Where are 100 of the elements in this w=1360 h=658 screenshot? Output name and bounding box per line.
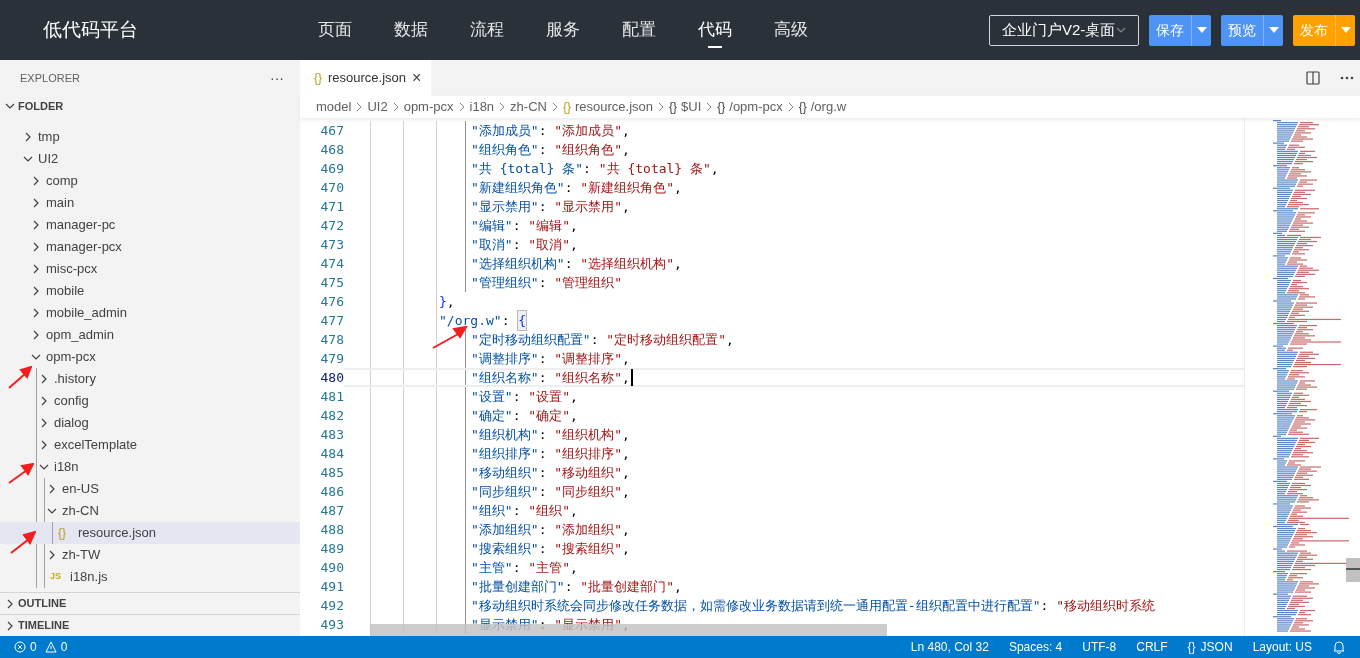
tree-item[interactable]: mobile_admin xyxy=(0,302,300,324)
tree-item[interactable]: UI2 xyxy=(0,148,300,170)
colon: : xyxy=(512,406,522,425)
line-number: 478 xyxy=(319,330,344,349)
breadcrumb-item[interactable]: i18n xyxy=(469,97,495,117)
status-item[interactable]: Spaces: 4 xyxy=(1008,638,1063,656)
tree-item[interactable]: zh-CN xyxy=(0,500,300,522)
json-key: "共 {total} 条" xyxy=(471,158,584,179)
tree-item[interactable]: zh-TW xyxy=(0,544,300,566)
status-item[interactable]: JSON xyxy=(1200,638,1233,656)
nav-tab[interactable]: 数据 xyxy=(373,0,449,60)
line-number: 474 xyxy=(319,254,344,273)
tree-item[interactable]: JS i18n.js xyxy=(0,566,300,588)
js-file-icon: JS xyxy=(50,570,66,584)
json-key: "确定" xyxy=(471,405,513,426)
breadcrumb-item[interactable]: zh-CN xyxy=(510,97,547,117)
tree-item[interactable]: manager-pcx xyxy=(0,236,300,258)
colon: : xyxy=(583,159,592,178)
line-number: 473 xyxy=(319,235,344,254)
annotation-arrow xyxy=(8,366,32,390)
colon: : xyxy=(512,235,522,254)
braces-icon: {} xyxy=(669,98,677,116)
nav-tab[interactable]: 流程 xyxy=(449,0,525,60)
tree-item[interactable]: main xyxy=(0,192,300,214)
json-key: "添加成员" xyxy=(471,120,539,141)
tree-item[interactable]: excelTemplate xyxy=(0,434,300,456)
more-icon[interactable] xyxy=(1340,76,1354,80)
tree-item[interactable]: config xyxy=(0,390,300,412)
comma: , xyxy=(621,368,630,387)
status-item[interactable]: CRLF xyxy=(1136,638,1168,656)
comma: , xyxy=(673,178,682,197)
breadcrumb-item[interactable]: UI2 xyxy=(367,97,388,117)
breadcrumb-item[interactable]: /org.w xyxy=(810,97,847,117)
dropdown-button[interactable] xyxy=(1335,14,1355,46)
text-cursor xyxy=(630,369,633,386)
nav-tab[interactable]: 配置 xyxy=(601,0,677,60)
error-count[interactable]: 0 xyxy=(30,638,37,656)
status-item[interactable]: UTF-8 xyxy=(1082,638,1117,656)
folder-section-header[interactable]: FOLDER xyxy=(0,96,300,116)
tree-item[interactable]: opm_admin xyxy=(0,324,300,346)
dropdown-button[interactable] xyxy=(1191,14,1211,46)
tree-item[interactable]: dialog xyxy=(0,412,300,434)
comma: , xyxy=(621,520,630,539)
tree-item[interactable]: i18n xyxy=(0,456,300,478)
breadcrumb-item[interactable]: opm-pcx xyxy=(403,97,454,117)
tree-item[interactable]: mobile xyxy=(0,280,300,302)
comma: , xyxy=(569,235,578,254)
comma: , xyxy=(569,216,578,235)
json-string: "调整排序" xyxy=(554,349,622,368)
breadcrumb-item[interactable]: /opm-pcx xyxy=(729,97,783,117)
json-string: "取消" xyxy=(528,235,570,254)
tree-item[interactable]: {} resource.json xyxy=(0,522,300,544)
more-button[interactable]: ··· xyxy=(270,67,284,89)
warning-count[interactable]: 0 xyxy=(60,638,68,656)
json-key: "组织排序" xyxy=(471,443,539,464)
annotation-arrow xyxy=(432,326,468,350)
json-string: "定时移动组织配置" xyxy=(606,330,726,349)
nav-tab[interactable]: 服务 xyxy=(525,0,601,60)
caret-icon xyxy=(1340,27,1351,33)
line-number: 481 xyxy=(319,387,344,406)
editor-tab[interactable]: {} resource.json × xyxy=(300,60,432,96)
line-number: 476 xyxy=(319,292,344,311)
nav-tab[interactable]: 页面 xyxy=(297,0,373,60)
tree-item[interactable]: .history xyxy=(0,368,300,390)
dropdown-button[interactable] xyxy=(1263,14,1283,46)
tree-item[interactable]: manager-pc xyxy=(0,214,300,236)
json-key: "组织机构" xyxy=(471,424,539,445)
json-string: "批量创建部门" xyxy=(580,577,674,596)
annotation-arrow xyxy=(10,531,36,555)
json-string: "组织" xyxy=(528,501,570,520)
braces-icon: {} xyxy=(562,98,571,116)
comma: , xyxy=(621,425,630,444)
json-key: "设置" xyxy=(471,386,513,407)
split-editor-icon[interactable] xyxy=(1306,71,1320,85)
line-number: 469 xyxy=(319,159,344,178)
colon: : xyxy=(538,482,548,501)
json-string: "共 {total} 条" xyxy=(598,159,711,178)
nav-tab[interactable]: 高级 xyxy=(753,0,829,60)
json-string: "搜索组织" xyxy=(554,539,622,558)
tree-item[interactable]: comp xyxy=(0,170,300,192)
close-button[interactable]: × xyxy=(412,70,422,86)
json-string: "组织名称" xyxy=(554,368,622,387)
tree-item[interactable]: en-US xyxy=(0,478,300,500)
breadcrumb-item[interactable]: model xyxy=(316,97,352,117)
comma: , xyxy=(621,140,630,159)
section-header[interactable]: OUTLINE xyxy=(0,592,300,614)
project-select[interactable]: 企业门户V2-桌面 xyxy=(989,14,1139,46)
colon: : xyxy=(538,444,548,463)
braces-icon: {} xyxy=(717,98,726,116)
status-item[interactable]: Ln 480, Col 32 xyxy=(910,638,989,656)
comma: , xyxy=(621,349,630,368)
tree-item[interactable]: misc-pcx xyxy=(0,258,300,280)
breadcrumb-item[interactable]: resource.json xyxy=(574,97,653,117)
breadcrumb-item[interactable]: $UI xyxy=(681,97,702,117)
tree-item[interactable]: opm-pcx xyxy=(0,346,300,368)
scrollbar-thumb[interactable] xyxy=(1346,558,1360,582)
nav-tab[interactable]: 代码 xyxy=(677,0,753,60)
line-number: 487 xyxy=(319,501,344,520)
status-item[interactable]: Layout: US xyxy=(1252,638,1312,656)
tree-item[interactable]: tmp xyxy=(0,126,300,148)
